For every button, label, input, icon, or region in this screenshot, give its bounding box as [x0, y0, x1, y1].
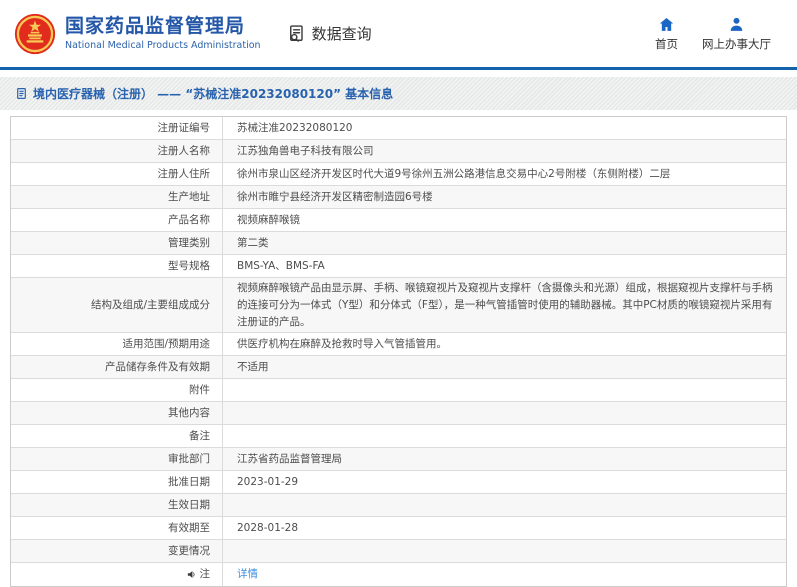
- row-value: [223, 425, 786, 447]
- table-row: 产品名称视频麻醉喉镜: [11, 209, 786, 232]
- row-value: 视频麻醉喉镜: [223, 209, 786, 231]
- table-row: 备注: [11, 425, 786, 448]
- site-title: 国家药品监督管理局: [65, 16, 261, 38]
- table-row: 注详情: [11, 563, 786, 586]
- table-row: 型号规格BMS-YA、BMS-FA: [11, 255, 786, 278]
- row-value: [223, 494, 786, 516]
- row-label: 变更情况: [11, 540, 223, 562]
- data-query-icon: [287, 24, 307, 44]
- table-row: 其他内容: [11, 402, 786, 425]
- data-query-label: 数据查询: [312, 23, 372, 44]
- row-value: [223, 540, 786, 562]
- document-icon: [15, 87, 28, 100]
- breadcrumb: 境内医疗器械（注册） —— “苏械注准20232080120” 基本信息: [0, 77, 797, 110]
- home-icon: [658, 16, 675, 33]
- brand-text: 国家药品监督管理局 National Medical Products Admi…: [65, 16, 261, 51]
- row-label: 产品名称: [11, 209, 223, 231]
- national-emblem-icon: [14, 13, 56, 55]
- row-label: 产品储存条件及有效期: [11, 356, 223, 378]
- row-label: 注册证编号: [11, 117, 223, 139]
- table-row: 结构及组成/主要组成成分视频麻醉喉镜产品由显示屏、手柄、喉镜窥视片及窥视片支撑杆…: [11, 278, 786, 333]
- table-row: 适用范围/预期用途供医疗机构在麻醉及抢救时导入气管插管用。: [11, 333, 786, 356]
- row-label: 注册人住所: [11, 163, 223, 185]
- row-value: [223, 402, 786, 424]
- header: 国家药品监督管理局 National Medical Products Admi…: [0, 0, 797, 70]
- row-label: 生效日期: [11, 494, 223, 516]
- detail-link[interactable]: 详情: [237, 566, 258, 583]
- table-row: 审批部门江苏省药品监督管理局: [11, 448, 786, 471]
- row-value: 2028-01-28: [223, 517, 786, 539]
- row-value: 第二类: [223, 232, 786, 254]
- row-value: BMS-YA、BMS-FA: [223, 255, 786, 277]
- row-value: 视频麻醉喉镜产品由显示屏、手柄、喉镜窥视片及窥视片支撑杆（含摄像头和光源）组成，…: [223, 278, 786, 332]
- row-value: 2023-01-29: [223, 471, 786, 493]
- row-label: 附件: [11, 379, 223, 401]
- table-row: 注册人名称江苏独角兽电子科技有限公司: [11, 140, 786, 163]
- row-value: 供医疗机构在麻醉及抢救时导入气管插管用。: [223, 333, 786, 355]
- nav-service-hall-label: 网上办事大厅: [702, 36, 771, 52]
- table-row: 附件: [11, 379, 786, 402]
- row-label: 注册人名称: [11, 140, 223, 162]
- row-value: 不适用: [223, 356, 786, 378]
- row-label: 备注: [11, 425, 223, 447]
- user-icon: [728, 16, 745, 33]
- row-value: 详情: [223, 563, 786, 586]
- row-value: 徐州市泉山区经济开发区时代大道9号徐州五洲公路港信息交易中心2号附楼（东侧附楼）…: [223, 163, 786, 185]
- header-nav: 首页 网上办事大厅: [655, 16, 771, 52]
- breadcrumb-text: 境内医疗器械（注册） —— “苏械注准20232080120” 基本信息: [33, 85, 393, 102]
- row-label: 批准日期: [11, 471, 223, 493]
- row-label: 注: [11, 563, 223, 586]
- table-row: 产品储存条件及有效期不适用: [11, 356, 786, 379]
- nav-home[interactable]: 首页: [655, 16, 678, 52]
- table-row: 有效期至2028-01-28: [11, 517, 786, 540]
- row-label: 生产地址: [11, 186, 223, 208]
- table-row: 批准日期2023-01-29: [11, 471, 786, 494]
- table-row: 生效日期: [11, 494, 786, 517]
- speaker-icon: [186, 569, 197, 580]
- row-label: 其他内容: [11, 402, 223, 424]
- table-row: 注册证编号苏械注准20232080120: [11, 117, 786, 140]
- row-value: 江苏省药品监督管理局: [223, 448, 786, 470]
- row-label: 型号规格: [11, 255, 223, 277]
- row-value: 江苏独角兽电子科技有限公司: [223, 140, 786, 162]
- row-label: 结构及组成/主要组成成分: [11, 278, 223, 332]
- table-row: 生产地址徐州市睢宁县经济开发区精密制造园6号楼: [11, 186, 786, 209]
- table-row: 注册人住所徐州市泉山区经济开发区时代大道9号徐州五洲公路港信息交易中心2号附楼（…: [11, 163, 786, 186]
- row-label: 管理类别: [11, 232, 223, 254]
- row-value: 徐州市睢宁县经济开发区精密制造园6号楼: [223, 186, 786, 208]
- brand: 国家药品监督管理局 National Medical Products Admi…: [14, 13, 261, 55]
- row-label: 审批部门: [11, 448, 223, 470]
- nav-data-query[interactable]: 数据查询: [287, 23, 372, 44]
- nav-service-hall[interactable]: 网上办事大厅: [702, 16, 771, 52]
- row-value: 苏械注准20232080120: [223, 117, 786, 139]
- table-row: 管理类别第二类: [11, 232, 786, 255]
- site-subtitle: National Medical Products Administration: [65, 40, 261, 51]
- row-value: [223, 379, 786, 401]
- table-row: 变更情况: [11, 540, 786, 563]
- nav-home-label: 首页: [655, 36, 678, 52]
- row-label: 有效期至: [11, 517, 223, 539]
- row-label: 适用范围/预期用途: [11, 333, 223, 355]
- info-table: 注册证编号苏械注准20232080120注册人名称江苏独角兽电子科技有限公司注册…: [10, 116, 787, 587]
